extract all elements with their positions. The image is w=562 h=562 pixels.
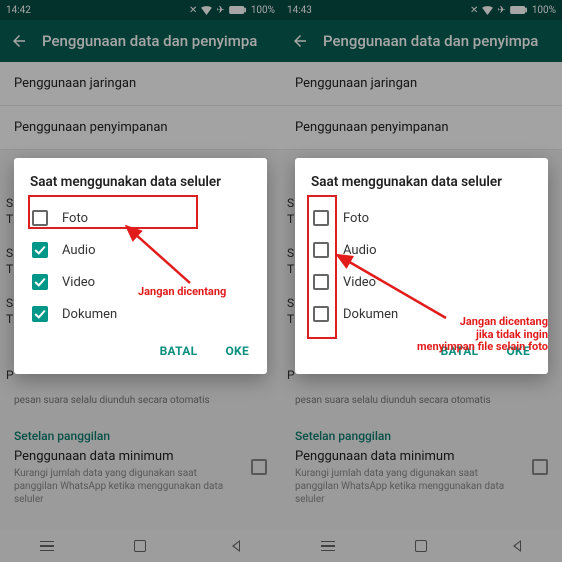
- peek-text: S: [6, 296, 13, 310]
- battery-pct: 100%: [251, 5, 275, 16]
- peek-text: T: [6, 212, 13, 226]
- option-label: Dokumen: [343, 307, 398, 322]
- checkbox-dokumen[interactable]: [313, 306, 329, 322]
- list-item-network-usage[interactable]: Penggunaan jaringan: [0, 62, 281, 106]
- android-nav-bar: [0, 530, 281, 562]
- nav-recent-icon[interactable]: [320, 538, 336, 554]
- peek-text: T: [287, 262, 294, 276]
- wifi-icon: [482, 6, 493, 15]
- back-icon[interactable]: [10, 32, 28, 50]
- airplane-icon: ✈: [216, 5, 224, 16]
- settings-list: Penggunaan jaringan Penggunaan penyimpan…: [0, 62, 281, 150]
- peek-text: S: [287, 246, 294, 260]
- dialog-title: Saat menggunakan data seluler: [311, 174, 532, 190]
- battery-pct: 100%: [532, 5, 556, 16]
- nav-back-icon[interactable]: [226, 538, 242, 554]
- call-settings-header: Setelan panggilan: [0, 417, 281, 445]
- auto-download-note: pesan suara selalu diunduh secara otomat…: [281, 388, 562, 417]
- ok-button[interactable]: OKE: [504, 338, 532, 364]
- peek-text: T: [6, 262, 13, 276]
- app-bar: Penggunaan data dan penyimpa: [281, 20, 562, 62]
- option-audio[interactable]: Audio: [311, 234, 532, 266]
- min-data-title: Penggunaan data minimum: [295, 449, 548, 464]
- ok-button[interactable]: OKE: [223, 338, 251, 364]
- cellular-data-dialog: Saat menggunakan data seluler Foto Audio…: [14, 158, 267, 374]
- option-video[interactable]: Video: [30, 266, 251, 298]
- peek-text: T: [287, 212, 294, 226]
- cellular-data-dialog: Saat menggunakan data seluler Foto Audio…: [295, 158, 548, 374]
- dialog-title: Saat menggunakan data seluler: [30, 174, 251, 190]
- peek-text: T: [6, 312, 13, 326]
- back-icon[interactable]: [291, 32, 309, 50]
- auto-download-note: pesan suara selalu diunduh secara otomat…: [0, 388, 281, 417]
- min-data-desc: Kurangi jumlah data yang digunakan saat …: [295, 467, 548, 506]
- nav-home-icon[interactable]: [132, 538, 148, 554]
- checkbox-foto[interactable]: [32, 210, 48, 226]
- option-foto[interactable]: Foto: [311, 202, 532, 234]
- option-label: Dokumen: [62, 307, 117, 322]
- screen-right: 14:43 ✕ ✈ 100% Penggunaan data dan penyi…: [281, 0, 562, 562]
- option-dokumen[interactable]: Dokumen: [311, 298, 532, 330]
- option-label: Video: [62, 275, 95, 290]
- option-label: Foto: [343, 211, 369, 226]
- appbar-title: Penggunaan data dan penyimpa: [323, 32, 538, 50]
- option-label: Audio: [343, 243, 376, 258]
- battery-icon: [229, 6, 247, 14]
- list-item-storage-usage[interactable]: Penggunaan penyimpanan: [0, 106, 281, 150]
- nav-back-icon[interactable]: [507, 538, 523, 554]
- checkbox-audio[interactable]: [313, 242, 329, 258]
- option-video[interactable]: Video: [311, 266, 532, 298]
- appbar-title: Penggunaan data dan penyimpa: [42, 32, 257, 50]
- airplane-icon: ✈: [497, 5, 505, 16]
- checkbox-foto[interactable]: [313, 210, 329, 226]
- min-data-checkbox[interactable]: [251, 459, 267, 475]
- checkbox-dokumen[interactable]: [32, 306, 48, 322]
- android-nav-bar: [281, 530, 562, 562]
- vibrate-icon: ✕: [470, 5, 478, 16]
- peek-text: S: [287, 296, 294, 310]
- min-data-setting[interactable]: Penggunaan data minimum Kurangi jumlah d…: [281, 445, 562, 520]
- battery-icon: [510, 6, 528, 14]
- min-data-desc: Kurangi jumlah data yang digunakan saat …: [14, 467, 267, 506]
- status-bar: 14:43 ✕ ✈ 100%: [281, 0, 562, 20]
- cancel-button[interactable]: BATAL: [439, 338, 481, 364]
- nav-home-icon[interactable]: [413, 538, 429, 554]
- checkbox-audio[interactable]: [32, 242, 48, 258]
- peek-text: T: [287, 312, 294, 326]
- status-time: 14:43: [287, 5, 312, 16]
- peek-text: S: [6, 246, 13, 260]
- screen-left: 14:42 ✕ ✈ 100% Penggunaan data dan penyi…: [0, 0, 281, 562]
- peek-text: S: [6, 196, 13, 210]
- status-time: 14:42: [6, 5, 31, 16]
- cancel-button[interactable]: BATAL: [158, 338, 200, 364]
- wifi-icon: [201, 6, 212, 15]
- peek-text: S: [287, 196, 294, 210]
- option-audio[interactable]: Audio: [30, 234, 251, 266]
- option-foto[interactable]: Foto: [30, 202, 251, 234]
- option-label: Video: [343, 275, 376, 290]
- list-item-network-usage[interactable]: Penggunaan jaringan: [281, 62, 562, 106]
- app-bar: Penggunaan data dan penyimpa: [0, 20, 281, 62]
- option-label: Audio: [62, 243, 95, 258]
- vibrate-icon: ✕: [189, 5, 197, 16]
- checkbox-video[interactable]: [32, 274, 48, 290]
- settings-list: Penggunaan jaringan Penggunaan penyimpan…: [281, 62, 562, 150]
- option-label: Foto: [62, 211, 88, 226]
- peek-text: P: [6, 368, 14, 382]
- option-dokumen[interactable]: Dokumen: [30, 298, 251, 330]
- call-settings-header: Setelan panggilan: [281, 417, 562, 445]
- checkbox-video[interactable]: [313, 274, 329, 290]
- min-data-setting[interactable]: Penggunaan data minimum Kurangi jumlah d…: [0, 445, 281, 520]
- min-data-checkbox[interactable]: [532, 459, 548, 475]
- status-bar: 14:42 ✕ ✈ 100%: [0, 0, 281, 20]
- list-item-storage-usage[interactable]: Penggunaan penyimpanan: [281, 106, 562, 150]
- peek-text: P: [287, 368, 295, 382]
- min-data-title: Penggunaan data minimum: [14, 449, 267, 464]
- nav-recent-icon[interactable]: [39, 538, 55, 554]
